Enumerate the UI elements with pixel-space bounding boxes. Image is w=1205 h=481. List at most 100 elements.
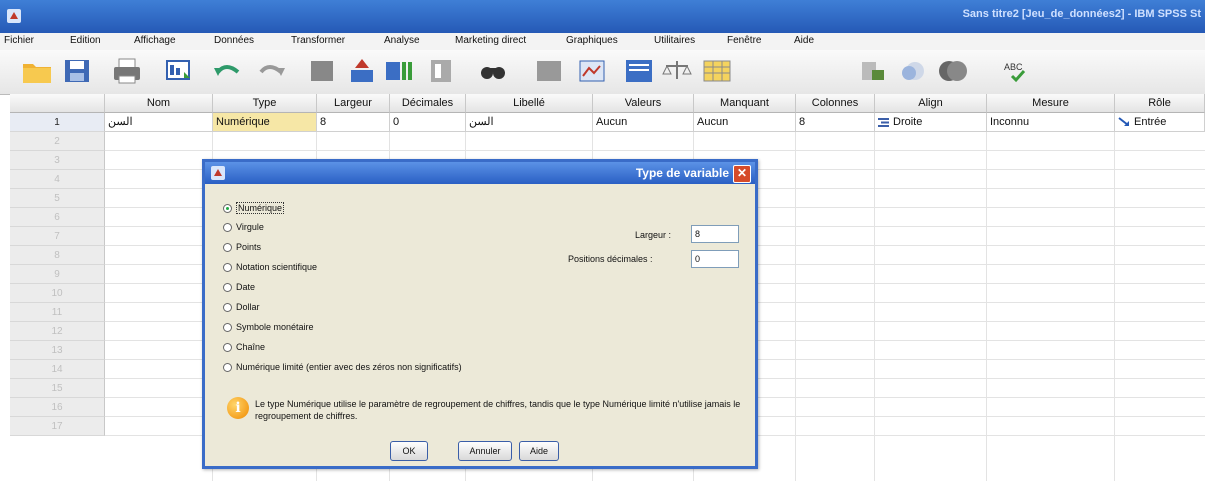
radio-date[interactable]: Date [223,282,255,292]
radio-points[interactable]: Points [223,242,261,252]
print-icon[interactable] [110,56,144,86]
cell-nom[interactable]: السن [105,113,213,132]
radio-label: Points [236,242,262,252]
row-number[interactable]: 9 [10,265,105,284]
row-number[interactable]: 14 [10,360,105,379]
cell-colonnes[interactable]: 8 [796,113,875,132]
radio-dollar[interactable]: Dollar [223,302,260,312]
row-number[interactable]: 5 [10,189,105,208]
menu-edition[interactable]: Edition [70,35,101,46]
radio-button[interactable] [223,262,232,272]
weight-cases-icon[interactable] [622,56,656,86]
radio-button[interactable] [223,222,232,232]
row-number[interactable]: 6 [10,208,105,227]
radio-virgule[interactable]: Virgule [223,222,264,232]
column-header-manquant[interactable]: Manquant [694,94,796,113]
value-labels-icon[interactable] [700,56,734,86]
menu-aide[interactable]: Aide [794,35,814,46]
variables-icon[interactable] [382,56,416,86]
row-number[interactable]: 8 [10,246,105,265]
cell-libelle[interactable]: السن [466,113,593,132]
cell-type[interactable]: Numérique [213,113,317,132]
cell-largeur[interactable]: 8 [317,113,390,132]
width-label: Largeur : [635,230,672,240]
cell-role-value: Entrée [1134,115,1167,128]
save-icon[interactable] [60,56,94,86]
column-header-align[interactable]: Align [875,94,987,113]
goto-case-icon[interactable] [305,56,339,86]
undo-icon[interactable] [210,56,244,86]
column-header-type[interactable]: Type [213,94,317,113]
dialog-title-bar[interactable]: Type de variable ✕ [205,162,755,184]
radio-numerique[interactable]: Numérique [223,202,285,214]
ok-button[interactable]: OK [390,441,428,461]
help-button[interactable]: Aide [519,441,559,461]
menu-affichage[interactable]: Affichage [134,35,176,46]
radio-notation-scientifique[interactable]: Notation scientifique [223,262,317,272]
menu-fichier[interactable]: Fichier [4,35,34,46]
cell-role[interactable]: Entrée [1115,113,1205,132]
row-number[interactable]: 13 [10,341,105,360]
cell-decimales[interactable]: 0 [390,113,466,132]
radio-button[interactable] [223,302,232,312]
radio-button[interactable] [223,322,232,332]
menu-analyse[interactable]: Analyse [384,35,420,46]
column-header-largeur[interactable]: Largeur [317,94,390,113]
column-header-nom[interactable]: Nom [105,94,213,113]
row-number[interactable]: 3 [10,151,105,170]
radio-symbole-monetaire[interactable]: Symbole monétaire [223,322,314,332]
row-number[interactable]: 1 [10,113,105,132]
insert-cases-icon[interactable] [476,56,510,86]
radio-numerique-limite[interactable]: Numérique limité (entier avec des zéros … [223,362,462,372]
abc-icon[interactable]: ABC [1000,56,1034,86]
radio-button[interactable] [223,242,232,252]
radio-button[interactable] [223,362,232,372]
find-icon[interactable] [425,56,459,86]
row-number[interactable]: 12 [10,322,105,341]
width-input[interactable]: 8 [691,225,739,243]
goto-variable-icon[interactable] [345,56,379,86]
close-icon[interactable]: ✕ [733,165,751,183]
cancel-button[interactable]: Annuler [458,441,512,461]
cell-valeurs[interactable]: Aucun [593,113,694,132]
column-header-libelle[interactable]: Libellé [466,94,593,113]
radio-button[interactable] [223,203,232,213]
column-header-mesure[interactable]: Mesure [987,94,1115,113]
split-file-icon[interactable] [575,56,609,86]
column-header-decimales[interactable]: Décimales [390,94,466,113]
row-number[interactable]: 11 [10,303,105,322]
insert-variable-icon[interactable] [532,56,566,86]
row-number[interactable]: 10 [10,284,105,303]
menu-fenetre[interactable]: Fenêtre [727,35,761,46]
row-number[interactable]: 16 [10,398,105,417]
cell-manquant[interactable]: Aucun [694,113,796,132]
row-number[interactable]: 2 [10,132,105,151]
use-sets-icon[interactable] [858,56,892,86]
dialog-recall-icon[interactable] [162,56,196,86]
decimals-input[interactable]: 0 [691,250,739,268]
radio-button[interactable] [223,342,232,352]
redo-icon[interactable] [255,56,289,86]
menu-transformer[interactable]: Transformer [291,35,345,46]
column-header-valeurs[interactable]: Valeurs [593,94,694,113]
open-folder-icon[interactable] [20,56,54,86]
align-right-icon [878,117,889,127]
menu-graphiques[interactable]: Graphiques [566,35,618,46]
show-all-variables-icon[interactable] [895,56,929,86]
radio-chaine[interactable]: Chaîne [223,342,265,352]
cell-align[interactable]: Droite [875,113,987,132]
cell-mesure[interactable]: Inconnu [987,113,1115,132]
spell-check-icon[interactable] [935,56,969,86]
column-header-role[interactable]: Rôle [1115,94,1205,113]
menu-marketing-direct[interactable]: Marketing direct [455,35,526,46]
row-number[interactable]: 15 [10,379,105,398]
column-header-colonnes[interactable]: Colonnes [796,94,875,113]
radio-button[interactable] [223,282,232,292]
toolbar: ABC [0,50,1205,95]
row-number[interactable]: 4 [10,170,105,189]
menu-utilitaires[interactable]: Utilitaires [654,35,695,46]
select-cases-icon[interactable] [660,56,694,86]
row-number[interactable]: 17 [10,417,105,436]
menu-donnees[interactable]: Données [214,35,254,46]
row-number[interactable]: 7 [10,227,105,246]
